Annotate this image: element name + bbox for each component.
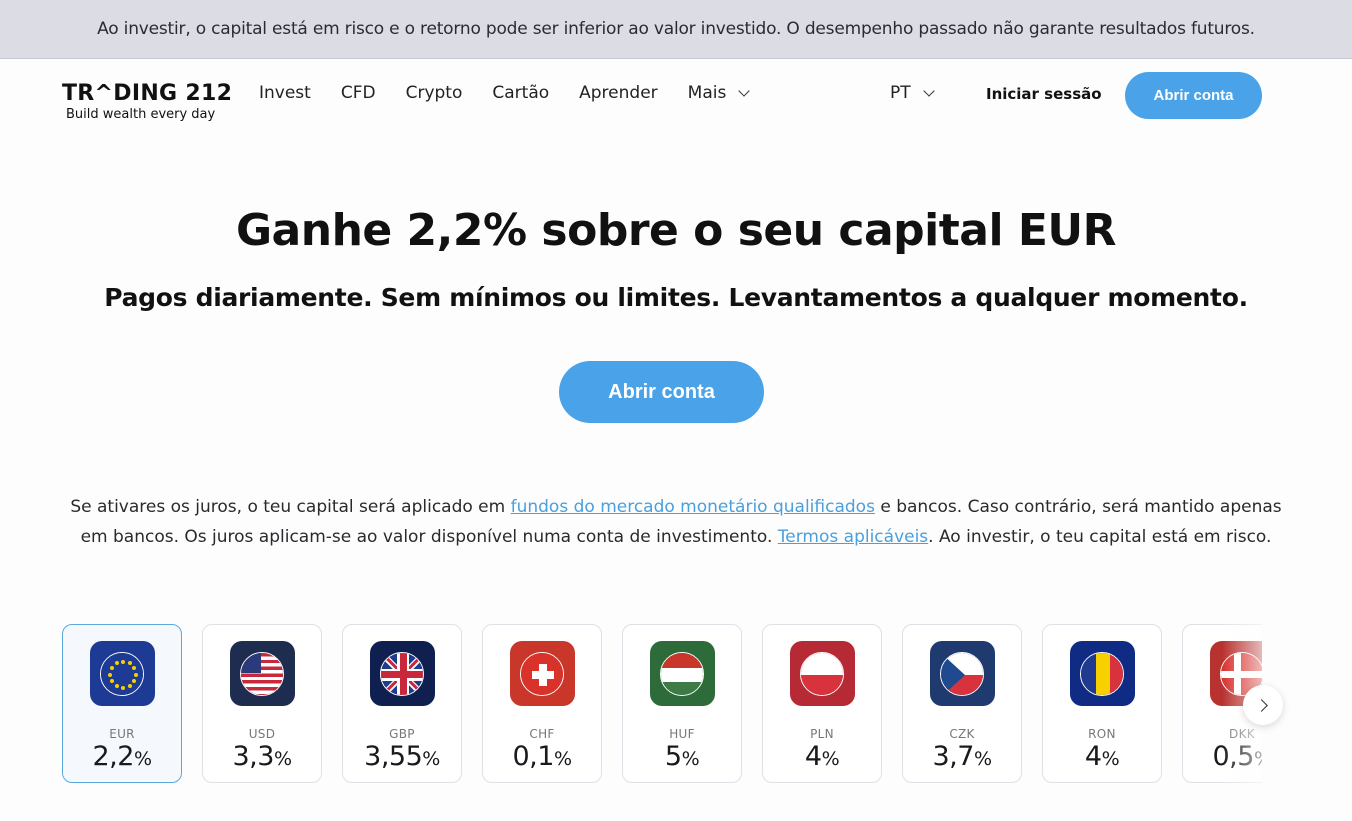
interest-rate: 0,1% bbox=[512, 741, 572, 772]
info-text-part1: Se ativares os juros, o teu capital será… bbox=[70, 497, 511, 517]
flag-tile bbox=[89, 641, 155, 706]
rate-unit: % bbox=[422, 748, 440, 770]
currency-code: USD bbox=[248, 727, 276, 741]
rate-unit: % bbox=[1101, 748, 1120, 770]
interest-rate: 5% bbox=[664, 741, 700, 772]
main-nav: Invest CFD Crypto Cartão Aprender Mais bbox=[259, 83, 750, 103]
currency-code: CZK bbox=[949, 727, 975, 741]
nav-card[interactable]: Cartão bbox=[492, 83, 549, 103]
nav-crypto[interactable]: Crypto bbox=[406, 83, 463, 103]
currency-card-gbp[interactable]: GBP 3,55% bbox=[342, 624, 462, 783]
rate-value: 0,5 bbox=[1212, 741, 1254, 772]
trading212-logo[interactable]: TR^DING 212 Build wealth every day bbox=[62, 81, 232, 123]
rate-unit: % bbox=[973, 748, 992, 770]
huf-flag-icon bbox=[660, 651, 704, 696]
interest-info-text: Se ativares os juros, o teu capital será… bbox=[70, 492, 1282, 552]
chevron-down-icon bbox=[922, 85, 935, 97]
currency-code: EUR bbox=[109, 727, 135, 741]
hero-title: Ganhe 2,2% sobre o seu capital EUR bbox=[235, 205, 1117, 256]
interest-rate: 4% bbox=[1084, 741, 1120, 772]
currency-card-ron[interactable]: RON 4% bbox=[1042, 624, 1162, 783]
nav-more[interactable]: Mais bbox=[687, 83, 750, 103]
rate-value: 5 bbox=[664, 741, 682, 772]
rate-value: 4 bbox=[1084, 741, 1102, 772]
flag-tile bbox=[929, 641, 995, 706]
open-account-button-hero[interactable]: Abrir conta bbox=[559, 361, 764, 423]
nav-crypto-label: Crypto bbox=[405, 83, 463, 103]
flag-tile bbox=[369, 641, 435, 706]
logo-wordmark: TR^DING 212 bbox=[62, 81, 233, 106]
rate-value: 3,7 bbox=[932, 741, 974, 772]
language-selector[interactable]: PT bbox=[890, 83, 935, 103]
currency-card-czk[interactable]: CZK 3,7% bbox=[902, 624, 1022, 783]
rate-value: 0,1 bbox=[512, 741, 554, 772]
interest-rate: 3,3% bbox=[232, 741, 292, 772]
nav-invest-label: Invest bbox=[259, 83, 311, 103]
interest-rate: 0,5% bbox=[1212, 741, 1262, 772]
chf-flag-icon bbox=[520, 651, 564, 696]
usd-flag-icon bbox=[240, 651, 284, 696]
nav-invest[interactable]: Invest bbox=[259, 83, 311, 103]
flag-tile bbox=[509, 641, 575, 706]
flag-tile bbox=[649, 641, 715, 706]
nav-learn[interactable]: Aprender bbox=[579, 83, 658, 103]
language-label: PT bbox=[890, 83, 911, 103]
currency-card-huf[interactable]: HUF 5% bbox=[622, 624, 742, 783]
currency-code: CHF bbox=[529, 727, 555, 741]
rate-unit: % bbox=[133, 748, 152, 770]
hero-subtitle: Pagos diariamente. Sem mínimos ou limite… bbox=[104, 283, 1248, 312]
risk-warning-banner: Ao investir, o capital está em risco e o… bbox=[0, 0, 1352, 59]
nav-more-label: Mais bbox=[687, 83, 727, 103]
terms-link[interactable]: Termos aplicáveis bbox=[778, 527, 928, 547]
gbp-flag-icon bbox=[380, 651, 424, 696]
rate-value: 4 bbox=[804, 741, 822, 772]
currency-code: DKK bbox=[1229, 727, 1255, 741]
flag-tile bbox=[229, 641, 295, 706]
currency-card-chf[interactable]: CHF 0,1% bbox=[482, 624, 602, 783]
currency-code: GBP bbox=[389, 727, 415, 741]
flag-tile bbox=[789, 641, 855, 706]
currency-card-eur[interactable]: EUR 2,2% bbox=[62, 624, 182, 783]
currency-carousel: EUR 2,2% USD 3,3% GBP 3,55% CHF 0,1% HUF 5% PLN 4% C… bbox=[62, 624, 1262, 784]
chevron-down-icon bbox=[738, 85, 750, 97]
info-text-part3: . Ao investir, o teu capital está em ris… bbox=[928, 527, 1272, 547]
rate-value: 2,2 bbox=[92, 741, 134, 772]
nav-card-label: Cartão bbox=[492, 83, 550, 103]
currency-code: RON bbox=[1088, 727, 1116, 741]
czk-flag-icon bbox=[940, 651, 984, 696]
site-header: TR^DING 212 Build wealth every day Inves… bbox=[0, 59, 1352, 133]
currency-code: HUF bbox=[669, 727, 695, 741]
currency-card-pln[interactable]: PLN 4% bbox=[762, 624, 882, 783]
interest-rate: 3,55% bbox=[364, 741, 440, 772]
nav-learn-label: Aprender bbox=[579, 83, 658, 103]
rate-unit: % bbox=[821, 748, 840, 770]
logo-tagline: Build wealth every day bbox=[66, 107, 216, 122]
interest-rate: 3,7% bbox=[932, 741, 992, 772]
flag-tile bbox=[1069, 641, 1135, 706]
interest-rate: 2,2% bbox=[92, 741, 152, 772]
ron-flag-icon bbox=[1080, 651, 1124, 696]
rate-unit: % bbox=[273, 748, 292, 770]
currency-cards-track: EUR 2,2% USD 3,3% GBP 3,55% CHF 0,1% HUF 5% PLN 4% C… bbox=[62, 624, 1262, 783]
open-account-button-header[interactable]: Abrir conta bbox=[1125, 72, 1262, 119]
eur-flag-icon bbox=[100, 651, 144, 696]
money-market-funds-link[interactable]: fundos do mercado monetário qualificados bbox=[511, 497, 875, 517]
nav-cfd-label: CFD bbox=[340, 83, 376, 103]
rate-unit: % bbox=[681, 748, 700, 770]
rate-value: 3,55 bbox=[364, 741, 423, 772]
rate-value: 3,3 bbox=[232, 741, 274, 772]
pln-flag-icon bbox=[800, 651, 844, 696]
currency-card-usd[interactable]: USD 3,3% bbox=[202, 624, 322, 783]
nav-cfd[interactable]: CFD bbox=[341, 83, 376, 103]
chevron-right-icon bbox=[1254, 698, 1268, 712]
interest-rate: 4% bbox=[804, 741, 840, 772]
rate-unit: % bbox=[1254, 748, 1262, 770]
rate-unit: % bbox=[553, 748, 572, 770]
login-link[interactable]: Iniciar sessão bbox=[986, 85, 1102, 103]
currency-code: PLN bbox=[810, 727, 834, 741]
carousel-next-button[interactable] bbox=[1243, 685, 1283, 725]
